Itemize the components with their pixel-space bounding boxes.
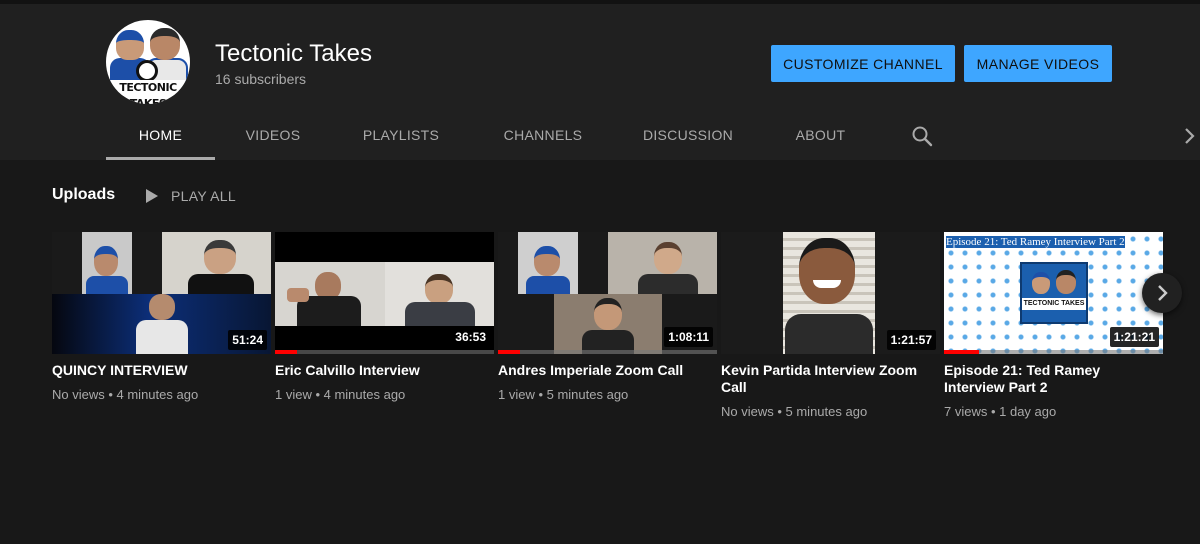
video-title[interactable]: Andres Imperiale Zoom Call [498,362,717,379]
play-all-button[interactable]: PLAY ALL [171,188,236,204]
video-thumbnail[interactable]: 1:21:57 [721,232,940,354]
watch-progress-track [275,350,494,354]
video-title[interactable]: Kevin Partida Interview Zoom Call [721,362,940,396]
video-duration: 1:08:11 [664,327,713,347]
video-duration: 1:21:21 [1109,327,1159,347]
watch-progress-bar [275,350,297,354]
video-title[interactable]: Eric Calvillo Interview [275,362,494,379]
video-duration: 36:53 [451,327,490,347]
uploads-shelf-title[interactable]: Uploads [52,186,115,204]
video-meta: 7 views • 1 day ago [944,404,1057,419]
thumbnail-logo: TECTONIC TAKES [1022,298,1086,310]
watch-progress-track [498,350,717,354]
video-meta: 1 view • 4 minutes ago [275,387,406,402]
manage-videos-button[interactable]: MANAGE VIDEOS [964,45,1112,82]
chevron-right-icon [1158,285,1168,301]
video-thumbnail[interactable]: 51:24 [52,232,271,354]
customize-channel-button[interactable]: CUSTOMIZE CHANNEL [771,45,955,82]
tab-discussion[interactable]: DISCUSSION [630,112,746,160]
avatar-face-right [150,28,180,60]
video-meta: 1 view • 5 minutes ago [498,387,629,402]
video-card[interactable]: 1:21:57 Kevin Partida Interview Zoom Cal… [721,232,940,419]
search-icon[interactable] [910,124,934,148]
shelf-next-button[interactable] [1142,273,1182,313]
avatar-logo-text: TECTONIC TAKES [106,80,190,104]
video-thumbnail[interactable]: 36:53 [275,232,494,354]
video-meta: No views • 4 minutes ago [52,387,199,402]
watch-progress-bar [498,350,520,354]
play-icon[interactable] [145,188,159,204]
video-title[interactable]: Episode 21: Ted Ramey Interview Part 2 [944,362,1163,396]
tab-channels[interactable]: CHANNELS [490,112,596,160]
tab-playlists[interactable]: PLAYLISTS [342,112,460,160]
tab-videos[interactable]: VIDEOS [215,112,331,160]
channel-avatar[interactable]: TECTONIC TAKES [106,20,190,104]
video-card[interactable]: 36:53 Eric Calvillo Interview 1 view • 4… [275,232,494,402]
channel-name: Tectonic Takes [215,40,372,67]
tab-about[interactable]: ABOUT [778,112,863,160]
video-duration: 51:24 [228,330,267,350]
channel-header: TECTONIC TAKES Tectonic Takes 16 subscri… [0,0,1200,160]
watch-progress-bar [944,350,980,354]
subscriber-count: 16 subscribers [215,71,307,87]
top-divider [0,0,1200,4]
chevron-right-icon[interactable] [1180,126,1198,146]
video-card[interactable]: Episode 21: Ted Ramey Interview Part 2 T… [944,232,1163,419]
video-thumbnail[interactable]: 1:08:11 [498,232,717,354]
video-card[interactable]: 1:08:11 Andres Imperiale Zoom Call 1 vie… [498,232,717,402]
video-thumbnail[interactable]: Episode 21: Ted Ramey Interview Part 2 T… [944,232,1163,354]
thumbnail-caption: Episode 21: Ted Ramey Interview Part 2 [946,236,1125,248]
avatar-face-left [116,30,144,60]
tab-home[interactable]: HOME [106,112,215,160]
video-title[interactable]: QUINCY INTERVIEW [52,362,271,379]
video-meta: No views • 5 minutes ago [721,404,868,419]
video-duration: 1:21:57 [886,330,936,350]
soccer-ball-icon [136,60,158,82]
video-card[interactable]: 51:24 QUINCY INTERVIEW No views • 4 minu… [52,232,271,402]
